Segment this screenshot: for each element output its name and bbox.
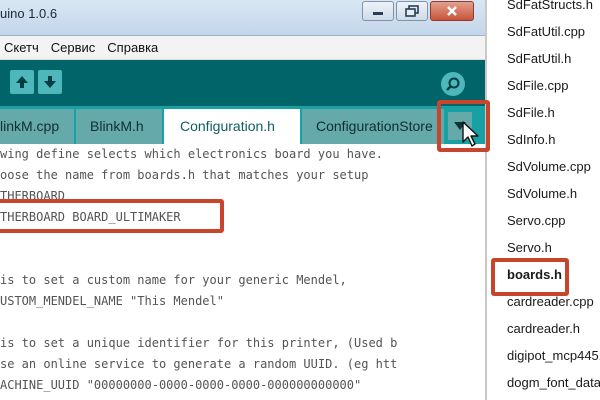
file-menu-item[interactable]: SdVolume.h bbox=[507, 181, 577, 207]
file-menu-item[interactable]: SdFatUtil.cpp bbox=[507, 19, 585, 45]
save-button[interactable] bbox=[38, 70, 62, 94]
file-menu-item[interactable]: dogm_font_data bbox=[507, 370, 600, 396]
minimize-button[interactable] bbox=[362, 1, 394, 21]
tab-bar: linkM.cpp BlinkM.h Configuration.h Confi… bbox=[0, 106, 485, 144]
window-title: uino 1.0.6 bbox=[0, 6, 58, 21]
code-line: oose the name from boards.h that matches… bbox=[0, 168, 369, 182]
motherboard-highlight-box bbox=[0, 199, 224, 233]
file-menu-item[interactable]: Servo.cpp bbox=[507, 208, 566, 234]
menu-tools[interactable]: Сервис bbox=[51, 40, 96, 55]
file-menu-item[interactable]: SdInfo.h bbox=[507, 127, 555, 153]
open-icon bbox=[16, 76, 28, 88]
code-editor[interactable]: wing define selects which electronics bo… bbox=[0, 144, 485, 400]
file-menu-item[interactable]: digipot_mcp4451.cpp bbox=[507, 343, 600, 369]
title-bar: uino 1.0.6 bbox=[0, 0, 485, 36]
menu-help[interactable]: Справка bbox=[107, 40, 158, 55]
file-menu-item[interactable]: SdFile.h bbox=[507, 100, 555, 126]
close-button[interactable] bbox=[430, 1, 474, 21]
open-button[interactable] bbox=[10, 70, 34, 94]
serial-monitor-icon bbox=[446, 77, 460, 91]
arduino-ide-window: uino 1.0.6 Скетч Сервис Справка linkM.cp… bbox=[0, 0, 485, 400]
mouse-cursor-icon bbox=[462, 121, 479, 147]
code-line: wing define selects which electronics bo… bbox=[0, 147, 383, 161]
boards-h-highlight-box bbox=[491, 258, 569, 296]
menu-sketch[interactable]: Скетч bbox=[4, 40, 39, 55]
save-icon bbox=[44, 76, 56, 88]
code-line: USTOM_MENDEL_NAME "This Mendel" bbox=[0, 294, 224, 308]
code-line: is to set a unique identifier for this p… bbox=[0, 336, 398, 350]
tab-file-menu: SdFatStructs.h SdFatUtil.cpp SdFatUtil.h… bbox=[485, 0, 600, 400]
code-line: is to set a custom name for your generic… bbox=[0, 273, 347, 287]
restore-icon bbox=[405, 5, 419, 17]
serial-monitor-button[interactable] bbox=[441, 72, 465, 96]
code-line: se an online service to generate a rando… bbox=[0, 357, 398, 371]
close-icon bbox=[447, 6, 457, 16]
tab-configuration-h[interactable]: Configuration.h bbox=[164, 109, 300, 144]
code-line: ACHINE_UUID "00000000-0000-0000-0000-000… bbox=[0, 378, 362, 392]
tab-blinkm-cpp[interactable]: linkM.cpp bbox=[0, 109, 74, 144]
file-menu-item[interactable]: SdFatUtil.h bbox=[507, 46, 571, 72]
file-menu-item[interactable]: cardreader.h bbox=[507, 316, 580, 342]
toolbar bbox=[0, 60, 485, 106]
file-menu-item[interactable]: SdVolume.cpp bbox=[507, 154, 591, 180]
tab-blinkm-h[interactable]: BlinkM.h bbox=[76, 109, 162, 144]
tab-configuration-store[interactable]: ConfigurationStore bbox=[302, 109, 444, 144]
maximize-button[interactable] bbox=[396, 1, 428, 21]
file-menu-item[interactable]: SdFatStructs.h bbox=[507, 0, 593, 18]
minimize-icon bbox=[373, 12, 383, 15]
file-menu-item[interactable]: SdFile.cpp bbox=[507, 73, 568, 99]
menu-bar: Скетч Сервис Справка bbox=[0, 36, 485, 60]
